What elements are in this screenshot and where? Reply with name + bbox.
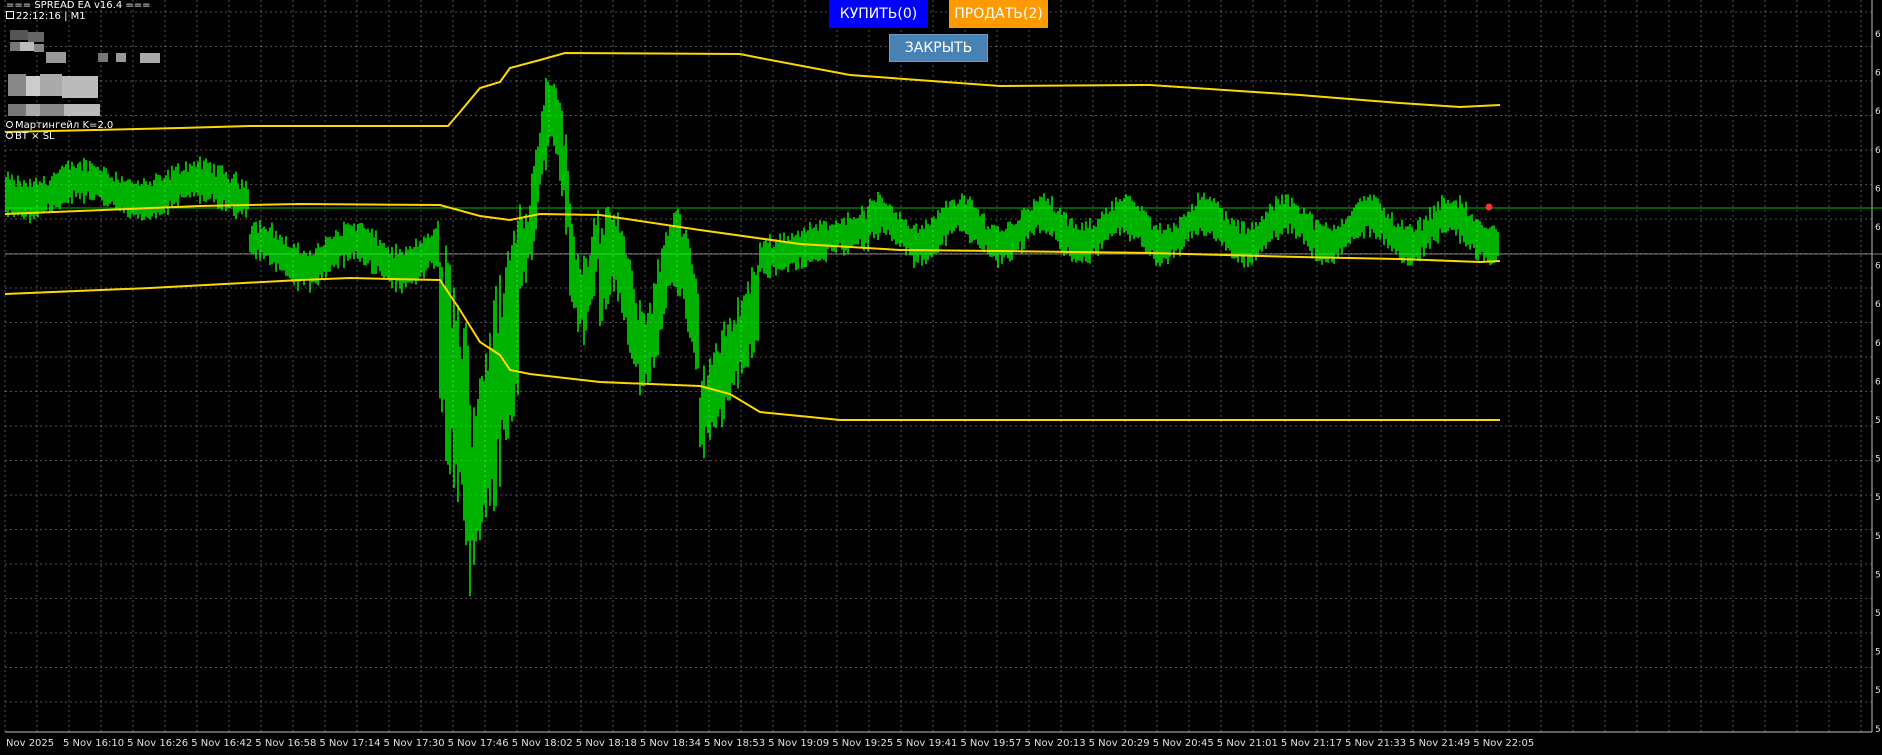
ea-time-line: 22:12:16 | M1 xyxy=(6,11,86,23)
y-tick-label: 6 xyxy=(1875,223,1881,233)
x-tick-label: 5 Nov 19:09 xyxy=(768,738,829,749)
last-price-marker xyxy=(1485,203,1493,211)
sell-button[interactable]: ПРОДАТЬ(2) xyxy=(949,0,1048,28)
x-tick-label: 5 Nov 18:53 xyxy=(704,738,765,749)
bullet-icon xyxy=(6,121,13,128)
ea-time-text: 22:12:16 | M1 xyxy=(16,11,86,22)
y-tick-label: 5 xyxy=(1875,532,1881,542)
x-tick-label: 5 Nov 17:30 xyxy=(384,738,445,749)
x-tick-label: 5 Nov 16:26 xyxy=(127,738,188,749)
y-tick-label: 5 xyxy=(1875,493,1881,503)
x-tick-label: 5 Nov 16:58 xyxy=(255,738,316,749)
bt-sl-line: BT × SL xyxy=(6,131,55,143)
x-tick-label: 5 Nov 19:57 xyxy=(960,738,1021,749)
y-tick-label: 6 xyxy=(1875,184,1881,194)
x-tick-label: 5 Nov 17:46 xyxy=(448,738,509,749)
y-tick-label: 6 xyxy=(1875,107,1881,117)
y-tick-label: 5 xyxy=(1875,725,1881,735)
x-tick-label: 5 Nov 18:18 xyxy=(576,738,637,749)
x-axis-ticks: Nov 2025 5 Nov 16:10 5 Nov 16:26 5 Nov 16:4… xyxy=(6,738,1534,749)
x-tick-label: 5 Nov 22:05 xyxy=(1473,738,1534,749)
x-tick-label: 5 Nov 21:33 xyxy=(1345,738,1406,749)
y-tick-label: 5 xyxy=(1875,609,1881,619)
y-tick-label: 6 xyxy=(1875,377,1881,387)
x-tick-label: 5 Nov 21:01 xyxy=(1217,738,1278,749)
y-tick-label: 5 xyxy=(1875,455,1881,465)
y-tick-label: 6 xyxy=(1875,339,1881,349)
martingale-text: Мартингейл K=2.0 xyxy=(15,120,114,131)
y-tick-label: 5 xyxy=(1875,686,1881,696)
y-tick-label: 6 xyxy=(1875,300,1881,310)
y-tick-label: 5 xyxy=(1875,570,1881,580)
x-tick-label: 5 Nov 20:29 xyxy=(1089,738,1150,749)
x-tick-label: 5 Nov 20:13 xyxy=(1025,738,1086,749)
price-chart[interactable]: Nov 2025 5 Nov 16:10 5 Nov 16:26 5 Nov 16:4… xyxy=(0,0,1882,755)
x-tick-label: 5 Nov 16:10 xyxy=(63,738,124,749)
clock-icon xyxy=(6,11,14,19)
x-tick-label: 5 Nov 19:25 xyxy=(832,738,893,749)
x-tick-label: 5 Nov 17:14 xyxy=(319,738,380,749)
x-tick-label: 5 Nov 20:45 xyxy=(1153,738,1214,749)
x-tick-label: 5 Nov 16:42 xyxy=(191,738,252,749)
y-tick-label: 6 xyxy=(1875,262,1881,272)
bt-sl-text: BT × SL xyxy=(15,131,55,142)
bullet-icon xyxy=(6,132,13,139)
y-axis-ticks: 6 6 6 6 6 6 6 6 6 6 5 5 5 5 5 5 5 5 5 xyxy=(1875,30,1881,735)
x-tick-label: 5 Nov 18:02 xyxy=(512,738,573,749)
buy-button[interactable]: КУПИТЬ(0) xyxy=(829,0,928,28)
y-tick-label: 6 xyxy=(1875,69,1881,79)
x-tick-label: 5 Nov 21:17 xyxy=(1281,738,1342,749)
y-tick-label: 6 xyxy=(1875,30,1881,40)
x-tick-label: 5 Nov 19:41 xyxy=(896,738,957,749)
chart-grid xyxy=(4,0,1872,732)
x-tick-label: 5 Nov 18:34 xyxy=(640,738,701,749)
y-tick-label: 6 xyxy=(1875,146,1881,156)
candlesticks xyxy=(5,78,1499,597)
y-tick-label: 5 xyxy=(1875,416,1881,426)
y-tick-label: 5 xyxy=(1875,648,1881,658)
x-tick-label: Nov 2025 xyxy=(6,738,54,749)
close-button[interactable]: ЗАКРЫТЬ xyxy=(889,34,988,62)
x-tick-label: 5 Nov 21:49 xyxy=(1409,738,1470,749)
